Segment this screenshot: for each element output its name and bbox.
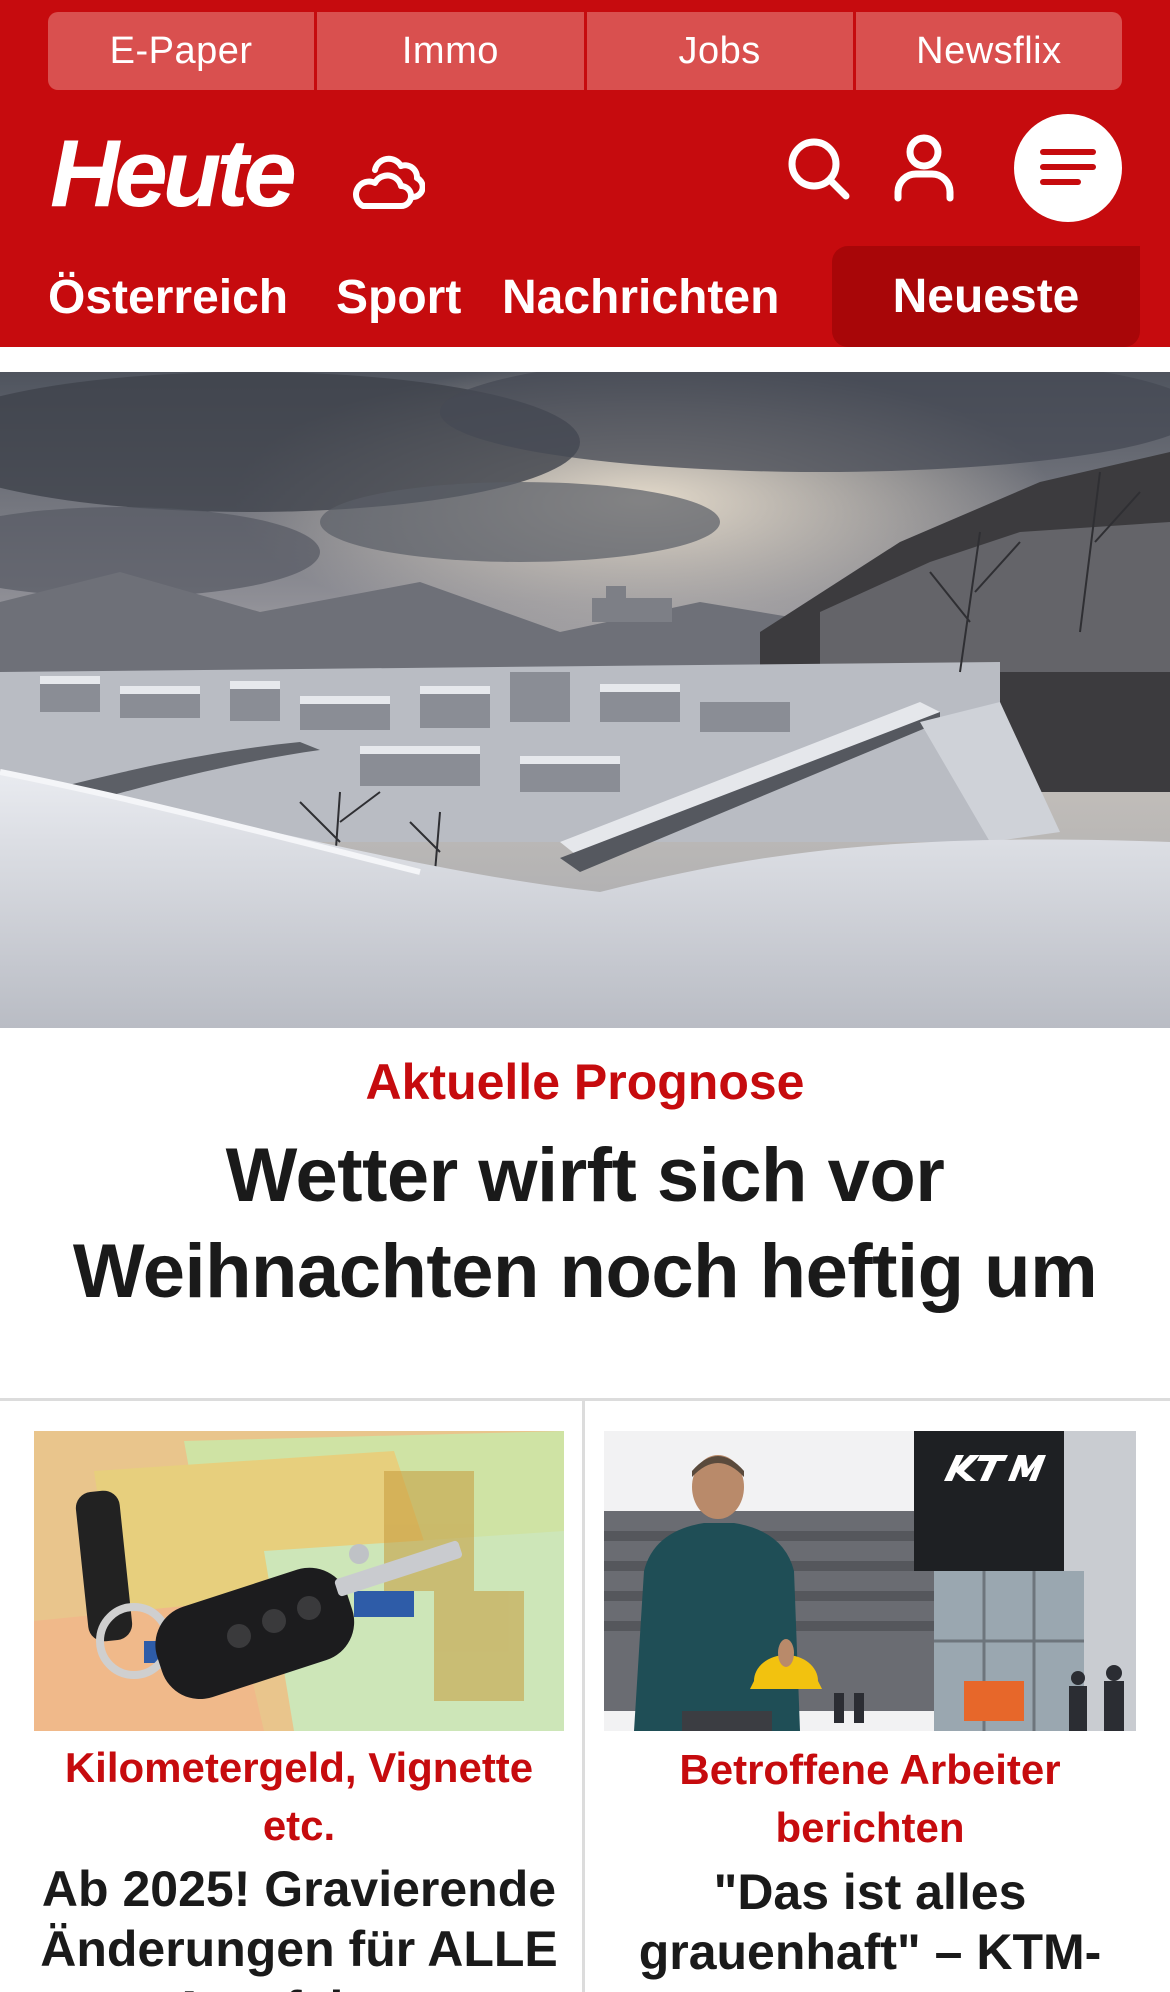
top-service-bar: E-Paper Immo Jobs Newsflix: [48, 12, 1122, 90]
article-title[interactable]: "Das ist alles grauenhaft" – KTM-Mitarbe…: [604, 1862, 1136, 1992]
nav-item-oesterreich[interactable]: Österreich: [48, 270, 288, 326]
hero-article-title[interactable]: Wetter wirft sich vor Weihnachten noch h…: [60, 1128, 1110, 1320]
nav-item-neueste[interactable]: Neueste: [832, 246, 1140, 347]
weather-cloud-icon[interactable]: [345, 148, 426, 212]
article-title[interactable]: Ab 2025! Gravierende Änderungen für ALLE…: [34, 1859, 564, 1992]
logo-row: Heute: [0, 110, 1170, 240]
site-logo[interactable]: Heute: [50, 124, 297, 224]
nav-item-sport[interactable]: Sport: [336, 270, 461, 326]
site-header: E-Paper Immo Jobs Newsflix Heute Österre…: [0, 0, 1170, 347]
user-icon[interactable]: [893, 134, 955, 202]
column-divider: [582, 1401, 585, 1992]
menu-icon: [1040, 147, 1096, 190]
topbar-link-epaper[interactable]: E-Paper: [48, 12, 318, 90]
article-image-car-key[interactable]: [34, 1431, 564, 1731]
hero-article-kicker[interactable]: Aktuelle Prognose: [0, 1052, 1170, 1112]
article-kicker[interactable]: Betroffene Arbeiter berichten: [604, 1741, 1136, 1857]
article-image-ktm-worker[interactable]: [604, 1431, 1136, 1731]
hero-article-image[interactable]: [0, 372, 1170, 1028]
article-kicker[interactable]: Kilometergeld, Vignette etc.: [34, 1739, 564, 1855]
section-divider: [0, 1398, 1170, 1401]
topbar-link-immo[interactable]: Immo: [317, 12, 587, 90]
topbar-link-newsflix[interactable]: Newsflix: [855, 12, 1122, 90]
topbar-link-jobs[interactable]: Jobs: [586, 12, 856, 90]
menu-button[interactable]: [1014, 114, 1122, 222]
main-navigation: Österreich Sport Nachrichten Neueste: [0, 246, 1170, 347]
nav-item-nachrichten[interactable]: Nachrichten: [502, 270, 779, 326]
search-icon[interactable]: [786, 136, 852, 202]
